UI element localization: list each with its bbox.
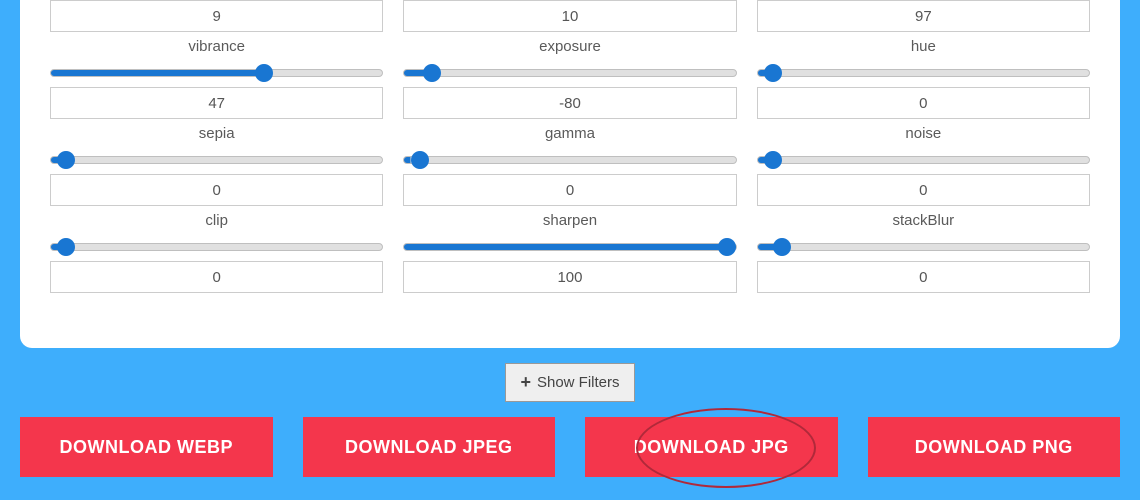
sharpen-slider[interactable] [403,243,736,251]
vibrance-label: vibrance [188,38,245,55]
download-webp-button[interactable]: DOWNLOAD WEBP [20,417,273,477]
clip-value-input[interactable] [50,174,383,206]
controls-panel: vibrance exposure hue sepia gamma noise [20,0,1120,348]
hue-value-input[interactable] [757,0,1090,32]
gamma-slider[interactable] [403,156,736,164]
hue-label: hue [911,38,936,55]
clip-slider[interactable] [50,243,383,251]
sharpen-second-value-input[interactable] [403,261,736,293]
sharpen-label: sharpen [543,212,597,229]
download-jpg-button[interactable]: DOWNLOAD JPG [585,417,838,477]
stackblur-slider[interactable] [757,243,1090,251]
show-filters-button[interactable]: + Show Filters [505,363,634,402]
gamma-value-input[interactable] [403,87,736,119]
gamma-label: gamma [545,125,595,142]
hue-slider[interactable] [757,69,1090,77]
exposure-slider[interactable] [403,69,736,77]
clip-label: clip [205,212,228,229]
show-filters-label: Show Filters [537,374,620,391]
sepia-value-input[interactable] [50,87,383,119]
noise-slider[interactable] [757,156,1090,164]
stackblur-second-value-input[interactable] [757,261,1090,293]
download-jpeg-button[interactable]: DOWNLOAD JPEG [303,417,556,477]
sepia-label: sepia [199,125,235,142]
plus-icon: + [520,372,531,393]
vibrance-slider[interactable] [50,69,383,77]
stackblur-value-input[interactable] [757,174,1090,206]
clip-second-value-input[interactable] [50,261,383,293]
vibrance-value-input[interactable] [50,0,383,32]
download-png-button[interactable]: DOWNLOAD PNG [868,417,1121,477]
noise-label: noise [905,125,941,142]
stackblur-label: stackBlur [892,212,954,229]
noise-value-input[interactable] [757,87,1090,119]
sepia-slider[interactable] [50,156,383,164]
exposure-label: exposure [539,38,601,55]
sharpen-value-input[interactable] [403,174,736,206]
exposure-value-input[interactable] [403,0,736,32]
